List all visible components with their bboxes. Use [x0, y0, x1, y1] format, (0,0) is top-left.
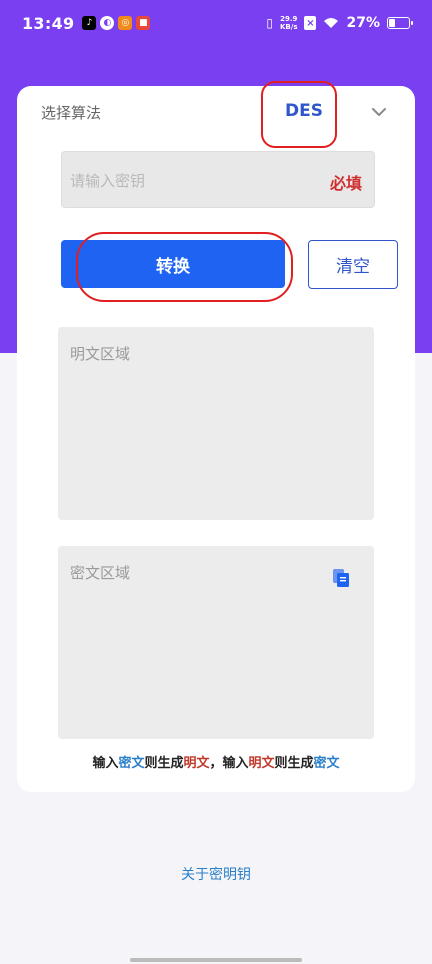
- wifi-icon: [324, 18, 339, 28]
- app-orange-icon: ◎: [118, 16, 133, 30]
- hint-word-plaintext-2: 明文: [248, 756, 275, 771]
- hint-text-1: 输入: [92, 756, 119, 771]
- algorithm-label: 选择算法: [41, 104, 102, 122]
- notification-icons: ♪ ◐ ◎ ■: [82, 16, 151, 30]
- about-link[interactable]: 关于密明钥: [0, 864, 432, 884]
- copy-icon[interactable]: [332, 568, 350, 588]
- net-speed-value: 29.9: [280, 15, 298, 23]
- key-input[interactable]: [62, 152, 312, 209]
- plaintext-area[interactable]: [58, 327, 374, 520]
- vibrate-icon: ▯: [266, 16, 273, 30]
- app-orb-icon: ◐: [100, 16, 115, 30]
- sim-icon: ×: [304, 16, 317, 30]
- hint-word-ciphertext-2: 密文: [313, 756, 340, 771]
- net-speed-unit: KB/s: [280, 23, 298, 31]
- status-bar: 13:49 ♪ ◐ ◎ ■ ▯ 29.9 KB/s × 27%: [0, 0, 432, 46]
- net-speed: 29.9 KB/s: [280, 15, 297, 31]
- home-indicator[interactable]: [130, 958, 302, 962]
- convert-button[interactable]: 转换: [61, 240, 285, 288]
- app-red-icon: ■: [136, 16, 151, 30]
- hint-text-4: 则生成: [274, 756, 314, 771]
- hint-text-2: 则生成: [144, 756, 184, 771]
- status-time: 13:49: [22, 13, 75, 33]
- hint-word-ciphertext: 密文: [118, 756, 145, 771]
- usage-hint: 输入密文则生成明文，输入明文则生成密文: [17, 752, 415, 771]
- battery-icon: [387, 17, 413, 29]
- required-label: 必填: [329, 174, 362, 193]
- status-right: ▯ 29.9 KB/s × 27%: [266, 15, 413, 31]
- converter-card: 选择算法 DES 必填 转换 清空 输入密文则生成明文，输入明文则生成密文: [17, 81, 415, 792]
- clear-button[interactable]: 清空: [308, 240, 398, 289]
- ciphertext-area[interactable]: [58, 546, 374, 739]
- hint-word-plaintext: 明文: [183, 756, 210, 771]
- tiktok-icon: ♪: [82, 16, 97, 30]
- algorithm-select[interactable]: DES: [285, 101, 323, 121]
- chevron-down-icon[interactable]: [370, 103, 388, 121]
- hint-text-3: ，输入: [209, 756, 249, 771]
- key-field: 必填: [61, 151, 375, 209]
- battery-percent: 27%: [346, 15, 380, 31]
